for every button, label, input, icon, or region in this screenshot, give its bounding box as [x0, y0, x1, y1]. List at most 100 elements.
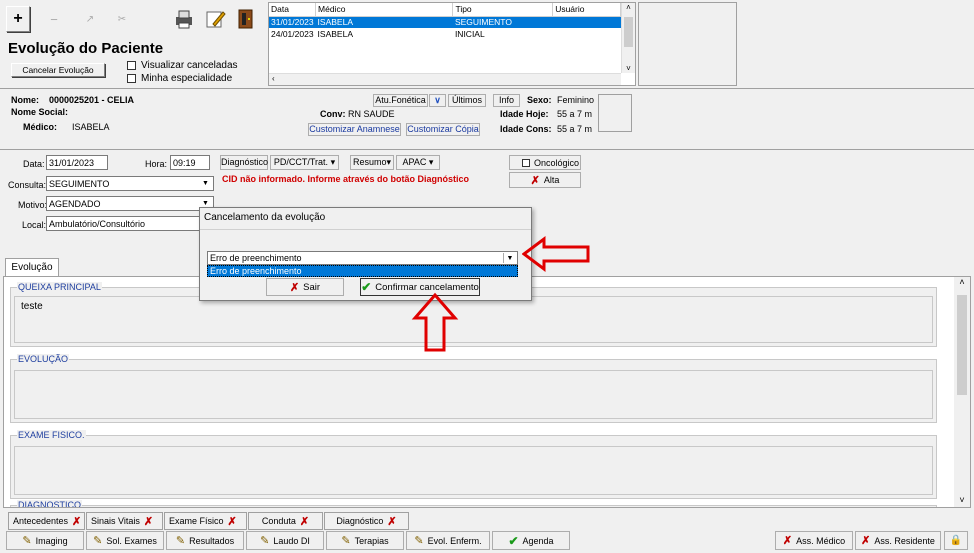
- my-specialty-checkbox[interactable]: Minha especialidade: [127, 73, 232, 84]
- annotation-arrow-left-icon: [522, 236, 590, 272]
- sair-button[interactable]: ✗ Sair: [266, 278, 344, 296]
- chart-icon[interactable]: ↗: [78, 6, 102, 32]
- queixa-textarea[interactable]: teste: [14, 296, 933, 343]
- pencil-icon: ✎: [341, 535, 351, 547]
- grid-horizontal-scrollbar[interactable]: ‹: [269, 73, 621, 85]
- apac-button[interactable]: APAC ▾: [396, 155, 440, 170]
- imaging-button[interactable]: ✎ Imaging: [6, 531, 84, 550]
- show-cancelled-checkbox[interactable]: Visualizar canceladas: [127, 60, 238, 71]
- tab-conduta[interactable]: Conduta ✗: [248, 512, 323, 530]
- oncologico-checkbox[interactable]: Oncológico: [509, 155, 581, 170]
- tab-exame-fisico-label: Exame Físico: [169, 516, 224, 526]
- cancel-evolution-button[interactable]: Cancelar Evolução: [11, 63, 105, 77]
- x-icon: ✗: [72, 515, 82, 528]
- minus-icon[interactable]: −: [42, 6, 66, 32]
- terapias-button[interactable]: ✎ Terapias: [326, 531, 404, 550]
- hora-field[interactable]: 09:19: [170, 155, 210, 170]
- data-label: Data:: [23, 159, 45, 169]
- motivo-value: AGENDADO: [49, 199, 101, 209]
- lock-icon[interactable]: 🔒: [944, 531, 968, 550]
- oncologico-label: Oncológico: [534, 157, 580, 168]
- x-icon: ✗: [227, 515, 237, 528]
- chevron-down-icon[interactable]: ▼: [503, 253, 516, 263]
- conv-value: RN SAUDE: [348, 109, 395, 119]
- row-data: 31/01/2023: [269, 16, 316, 28]
- exame-title: EXAME FISICO.: [17, 430, 86, 440]
- grid-header-medico[interactable]: Médico: [315, 3, 454, 17]
- table-row[interactable]: 24/01/2023 ISABELA INICIAL: [269, 28, 621, 40]
- sair-label: Sair: [303, 281, 321, 293]
- laudo-di-button[interactable]: ✎ Laudo DI: [246, 531, 324, 550]
- chevron-down-icon[interactable]: ▼: [199, 178, 212, 189]
- printer-icon[interactable]: [172, 6, 196, 32]
- edit-icon[interactable]: [204, 6, 228, 32]
- resumo-button[interactable]: Resumo▾: [350, 155, 394, 170]
- x-icon: ✗: [289, 281, 300, 294]
- cancel-reason-option[interactable]: Erro de preenchimento: [207, 265, 518, 277]
- idade-cons-value: 55 a 7 m: [557, 124, 593, 134]
- toolbar: + − ↗ ✂: [4, 2, 266, 34]
- grid-header-usuario[interactable]: Usuário: [552, 3, 621, 17]
- conv-label: Conv:: [320, 109, 346, 119]
- evolution-content: QUEIXA PRINCIPAL teste EVOLUÇÃO EXAME FI…: [3, 276, 971, 508]
- grid-header-data[interactable]: Data: [269, 3, 317, 17]
- ultimos-button[interactable]: Últimos: [448, 94, 486, 107]
- x-icon: ✗: [387, 515, 397, 528]
- tab-exame-fisico[interactable]: Exame Físico ✗: [164, 512, 247, 530]
- idade-hoje-value: 55 a 7 m: [557, 109, 593, 119]
- customizar-anamnese-button[interactable]: Customizar Anamnese: [308, 123, 401, 136]
- caret-down-icon: ▾: [330, 157, 336, 167]
- info-button[interactable]: Info: [493, 94, 520, 107]
- pencil-icon: ✎: [414, 535, 424, 547]
- consulta-value: SEGUIMENTO: [49, 179, 110, 189]
- ass-residente-button[interactable]: ✗ Ass. Residente: [855, 531, 941, 550]
- caret-down-icon: ▾: [386, 157, 392, 167]
- pencil-x-icon: ✗: [782, 535, 793, 547]
- consulta-select[interactable]: SEGUIMENTO ▼: [46, 176, 214, 191]
- x-icon: ✗: [530, 174, 540, 187]
- scissors-icon[interactable]: ✂: [110, 6, 134, 32]
- tab-evolucao[interactable]: Evolução: [5, 258, 59, 276]
- agenda-button[interactable]: ✔ Agenda: [492, 531, 570, 550]
- agenda-label: Agenda: [522, 535, 554, 546]
- tab-sinais-vitais[interactable]: Sinais Vitais ✗: [86, 512, 163, 530]
- grid-vertical-scrollbar[interactable]: ˄ ˅: [621, 3, 635, 73]
- grid-header-tipo[interactable]: Tipo: [452, 3, 554, 17]
- tab-conduta-label: Conduta: [261, 516, 296, 526]
- diagnostico-button[interactable]: Diagnóstico: [220, 155, 268, 170]
- pencil-icon: ✎: [22, 535, 32, 547]
- data-field[interactable]: 31/01/2023: [46, 155, 108, 170]
- row-medico: ISABELA: [317, 29, 353, 39]
- idade-cons-label: Idade Cons:: [500, 124, 552, 134]
- plus-icon[interactable]: +: [6, 6, 30, 32]
- pencil-icon: ✎: [260, 535, 270, 547]
- content-scrollbar[interactable]: ˄ ˅: [954, 277, 970, 507]
- customizar-copia-button[interactable]: Customizar Cópia: [406, 123, 480, 136]
- motivo-label: Motivo:: [18, 200, 48, 210]
- motivo-select[interactable]: AGENDADO ▼: [46, 196, 214, 211]
- evolucao-textarea[interactable]: [14, 370, 933, 419]
- tab-diagnostico[interactable]: Diagnóstico ✗: [324, 512, 409, 530]
- exame-textarea[interactable]: [14, 446, 933, 495]
- nome-value: 0000025201 - CELIA: [49, 95, 135, 105]
- tab-antecedentes[interactable]: Antecedentes ✗: [8, 512, 85, 530]
- sol-exames-button[interactable]: ✎ Sol. Exames: [86, 531, 164, 550]
- resultados-button[interactable]: ✎ Resultados: [166, 531, 244, 550]
- laudo-di-label: Laudo DI: [273, 535, 310, 546]
- evolucao-title: EVOLUÇÃO: [17, 354, 70, 364]
- alta-button[interactable]: ✗ Alta: [509, 172, 581, 188]
- cancel-reason-option-label: Erro de preenchimento: [210, 266, 302, 276]
- ass-medico-button[interactable]: ✗ Ass. Médico: [775, 531, 853, 550]
- atu-fonetica-button[interactable]: Atu.Fonética: [373, 94, 428, 107]
- chevron-down-icon[interactable]: ∨: [429, 94, 446, 107]
- exame-section: EXAME FISICO.: [10, 430, 937, 499]
- confirm-cancel-label: Confirmar cancelamento: [375, 281, 479, 293]
- history-grid[interactable]: Data Médico Tipo Usuário 31/01/2023 ISAB…: [268, 2, 636, 86]
- evol-enferm-button[interactable]: ✎ Evol. Enferm.: [406, 531, 490, 550]
- exit-door-icon[interactable]: [234, 6, 258, 32]
- cancel-reason-select[interactable]: Erro de preenchimento ▼: [207, 251, 518, 265]
- local-select[interactable]: Ambulatório/Consultório: [46, 216, 214, 231]
- pdcct-button[interactable]: PD/CCT/Trat. ▾: [270, 155, 339, 170]
- table-row[interactable]: 31/01/2023 ISABELA SEGUIMENTO: [269, 16, 621, 28]
- x-icon: ✗: [299, 515, 310, 528]
